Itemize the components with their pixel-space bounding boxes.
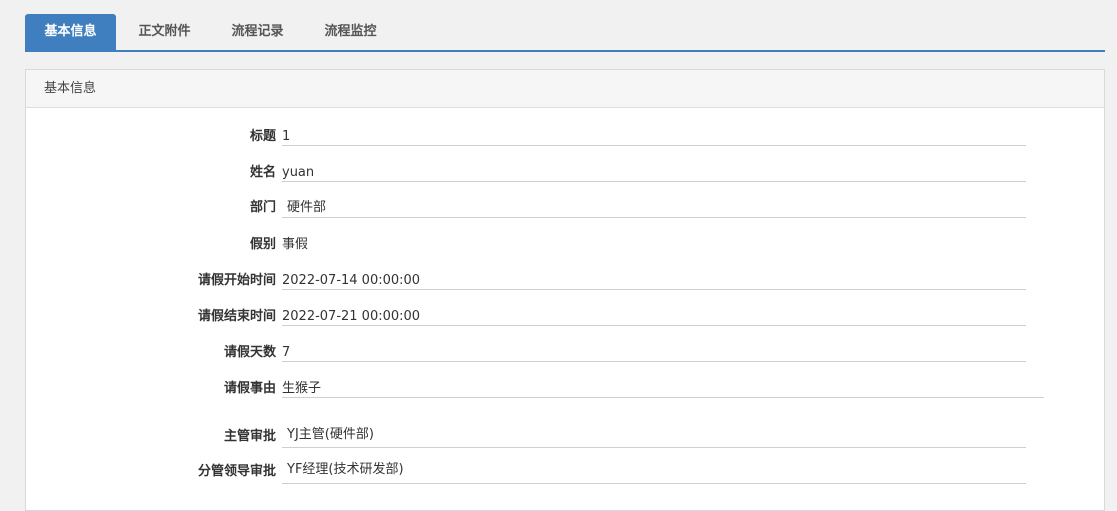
basic-info-panel: 基本信息 标题 1 姓名 yuan 部门 硬件部 假别 事假 请假开始时间 20… bbox=[25, 69, 1105, 511]
field-value-leader: YF经理(技术研发部) bbox=[287, 462, 404, 477]
field-label-supervisor: 主管审批 bbox=[223, 429, 276, 444]
field-row-leader: 分管领导审批 bbox=[26, 462, 276, 482]
field-underline bbox=[282, 397, 1044, 398]
field-value-supervisor: YJ主管(硬件部) bbox=[287, 427, 374, 442]
field-value-department: 硬件部 bbox=[287, 200, 327, 215]
field-underline bbox=[282, 361, 1026, 362]
tab-bar: 基本信息 正文附件 流程记录 流程监控 bbox=[25, 14, 1105, 52]
field-row-department: 部门 bbox=[26, 198, 276, 218]
field-label-start-time: 请假开始时间 bbox=[197, 273, 276, 288]
field-row-name: 姓名 bbox=[26, 163, 276, 183]
field-value-leave-type: 事假 bbox=[282, 237, 309, 252]
field-label-days: 请假天数 bbox=[223, 345, 276, 360]
tab-basic-info[interactable]: 基本信息 bbox=[25, 14, 116, 50]
field-row-reason: 请假事由 bbox=[26, 379, 276, 399]
field-label-title: 标题 bbox=[249, 129, 276, 144]
field-label-reason: 请假事由 bbox=[223, 381, 276, 396]
tab-flow-monitor[interactable]: 流程监控 bbox=[304, 14, 397, 50]
field-underline bbox=[282, 181, 1026, 182]
field-row-leave-type: 假别 bbox=[26, 235, 276, 255]
field-value-days: 7 bbox=[282, 345, 291, 360]
field-label-department: 部门 bbox=[249, 200, 276, 215]
field-value-end-time: 2022-07-21 00:00:00 bbox=[282, 309, 421, 324]
field-row-days: 请假天数 bbox=[26, 343, 276, 363]
field-label-end-time: 请假结束时间 bbox=[197, 309, 276, 324]
field-row-start-time: 请假开始时间 bbox=[26, 271, 276, 291]
field-value-name: yuan bbox=[282, 165, 315, 180]
field-underline bbox=[282, 325, 1026, 326]
field-row-title: 标题 bbox=[26, 127, 276, 147]
panel-title: 基本信息 bbox=[26, 70, 1104, 108]
field-underline bbox=[282, 483, 1026, 484]
field-underline bbox=[282, 289, 1026, 290]
field-label-leave-type: 假别 bbox=[249, 237, 276, 252]
field-underline bbox=[282, 217, 1026, 218]
field-value-title: 1 bbox=[282, 129, 291, 144]
field-value-reason: 生猴子 bbox=[282, 381, 322, 396]
field-value-start-time: 2022-07-14 00:00:00 bbox=[282, 273, 421, 288]
field-label-leader: 分管领导审批 bbox=[197, 464, 276, 479]
tab-attachments[interactable]: 正文附件 bbox=[118, 14, 211, 50]
field-row-end-time: 请假结束时间 bbox=[26, 307, 276, 327]
field-underline bbox=[282, 447, 1026, 448]
tab-flow-records[interactable]: 流程记录 bbox=[211, 14, 304, 50]
field-label-name: 姓名 bbox=[249, 165, 276, 180]
field-row-supervisor: 主管审批 bbox=[26, 427, 276, 447]
field-underline bbox=[282, 145, 1026, 146]
